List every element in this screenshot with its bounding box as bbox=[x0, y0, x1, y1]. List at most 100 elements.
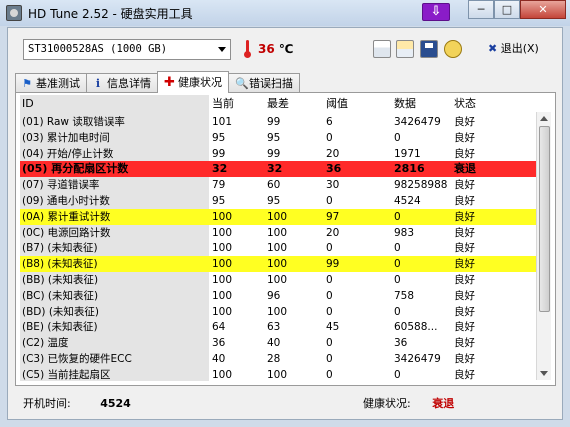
maximize-button[interactable]: □ bbox=[494, 0, 520, 19]
cell-id: (05) 再分配扇区计数 bbox=[22, 162, 129, 176]
cell-data: 36 bbox=[394, 337, 408, 350]
minimize-button[interactable]: ─ bbox=[468, 0, 494, 19]
cell-current: 101 bbox=[212, 116, 233, 128]
cell-id: (01) Raw 读取错误率 bbox=[22, 116, 125, 128]
copy-text-icon[interactable] bbox=[373, 40, 391, 58]
drive-dropdown[interactable]: ST31000528AS (1000 GB) bbox=[23, 39, 231, 60]
health-cross-icon: ✚ bbox=[164, 75, 175, 90]
cell-current: 36 bbox=[212, 337, 226, 350]
table-row[interactable]: (BE) (未知表征) 64 63 45 60588... 良好 bbox=[20, 319, 538, 335]
cell-id: (B7) (未知表征) bbox=[22, 242, 98, 255]
scroll-thumb[interactable] bbox=[539, 126, 550, 312]
cell-id: (C5) 当前挂起扇区 bbox=[22, 368, 111, 381]
cell-data: 60588... bbox=[394, 321, 438, 334]
table-row[interactable]: (03) 累计加电时间 95 95 0 0 良好 bbox=[20, 130, 538, 146]
copy-screenshot-icon[interactable] bbox=[396, 40, 414, 58]
table-scrollbar[interactable] bbox=[536, 112, 551, 380]
info-icon: i bbox=[95, 76, 101, 90]
table-row[interactable]: (01) Raw 读取错误率 101 99 6 3426479 良好 bbox=[20, 114, 538, 130]
cell-data: 3426479 bbox=[394, 116, 441, 128]
table-row[interactable]: (BC) (未知表征) 100 96 0 758 良好 bbox=[20, 288, 538, 304]
cell-current: 100 bbox=[212, 258, 233, 271]
cell-id: (0A) 累计重试计数 bbox=[22, 210, 111, 223]
cell-status: 良好 bbox=[454, 131, 475, 144]
cell-status: 衰退 bbox=[454, 162, 476, 176]
tab-health[interactable]: ✚ 健康状况 bbox=[157, 71, 229, 93]
cell-current: 100 bbox=[212, 289, 233, 302]
cell-threshold: 0 bbox=[326, 131, 333, 144]
table-row[interactable]: (BD) (未知表征) 100 100 0 0 良好 bbox=[20, 304, 538, 320]
table-row[interactable]: (C2) 温度 36 40 0 36 良好 bbox=[20, 335, 538, 351]
temperature-value: 36 bbox=[258, 42, 275, 56]
cell-id: (BC) (未知表征) bbox=[22, 289, 99, 302]
exit-icon: ✖ bbox=[488, 42, 498, 55]
cell-threshold: 0 bbox=[326, 305, 333, 318]
tab-bar: ⚑ 基准测试 i 信息详情 ✚ 健康状况 🔍 错误扫描 bbox=[15, 71, 300, 93]
cell-threshold: 0 bbox=[326, 195, 333, 207]
scroll-up-arrow-icon[interactable] bbox=[540, 116, 548, 121]
table-row[interactable]: (09) 通电小时计数 95 95 0 4524 良好 bbox=[20, 193, 538, 209]
column-header-worst[interactable]: 最差 bbox=[265, 95, 324, 113]
cell-data: 2816 bbox=[394, 162, 425, 176]
cell-id: (BD) (未知表征) bbox=[22, 305, 100, 318]
cell-worst: 95 bbox=[267, 131, 281, 144]
cell-status: 良好 bbox=[454, 305, 475, 318]
close-button[interactable]: ✕ bbox=[520, 0, 566, 19]
magnifier-icon: 🔍 bbox=[235, 76, 249, 90]
power-on-value: 4524 bbox=[100, 397, 131, 410]
cell-worst: 96 bbox=[267, 289, 281, 302]
table-row[interactable]: (07) 寻道错误率 79 60 30 98258988 良好 bbox=[20, 177, 538, 193]
column-header-current[interactable]: 当前 bbox=[210, 95, 265, 113]
options-gear-icon[interactable] bbox=[444, 40, 462, 58]
table-row[interactable]: (04) 开始/停止计数 99 99 20 1971 良好 bbox=[20, 146, 538, 162]
table-row[interactable]: (BB) (未知表征) 100 100 0 0 良好 bbox=[20, 272, 538, 288]
cell-status: 良好 bbox=[454, 195, 475, 207]
column-header-data[interactable]: 数据 bbox=[392, 95, 452, 113]
cell-id: (C2) 温度 bbox=[22, 337, 69, 350]
cell-data: 0 bbox=[394, 258, 401, 271]
cell-id: (03) 累计加电时间 bbox=[22, 131, 110, 144]
table-row[interactable]: (C3) 已恢复的硬件ECC 40 28 0 3426479 良好 bbox=[20, 351, 538, 367]
exit-label: 退出(X) bbox=[500, 42, 539, 55]
cell-threshold: 0 bbox=[326, 289, 333, 302]
cell-data: 0 bbox=[394, 305, 401, 318]
temperature-unit: ℃ bbox=[278, 42, 294, 56]
column-header-status[interactable]: 状态 bbox=[452, 95, 538, 113]
cell-id: (04) 开始/停止计数 bbox=[22, 147, 114, 160]
cell-worst: 99 bbox=[267, 147, 281, 160]
tab-benchmark[interactable]: ⚑ 基准测试 bbox=[15, 73, 87, 92]
table-row[interactable]: (B7) (未知表征) 100 100 0 0 良好 bbox=[20, 240, 538, 256]
cell-worst: 95 bbox=[267, 195, 281, 207]
column-header-id[interactable]: ID bbox=[20, 95, 210, 113]
save-icon[interactable] bbox=[420, 40, 438, 58]
cell-current: 100 bbox=[212, 210, 233, 223]
download-button[interactable]: ⇩ bbox=[422, 3, 450, 21]
cell-worst: 32 bbox=[267, 162, 283, 176]
tab-label: 基准测试 bbox=[36, 76, 80, 90]
cell-threshold: 20 bbox=[326, 226, 340, 239]
cell-current: 32 bbox=[212, 162, 228, 176]
cell-id: (09) 通电小时计数 bbox=[22, 195, 110, 207]
exit-button[interactable]: ✖ 退出(X) bbox=[486, 40, 541, 58]
cell-current: 40 bbox=[212, 353, 226, 365]
tab-info[interactable]: i 信息详情 bbox=[86, 73, 158, 92]
cell-worst: 100 bbox=[267, 226, 288, 239]
cell-threshold: 99 bbox=[326, 258, 340, 271]
cell-id: (C3) 已恢复的硬件ECC bbox=[22, 353, 132, 365]
cell-threshold: 0 bbox=[326, 368, 333, 381]
drive-dropdown-value: ST31000528AS (1000 GB) bbox=[28, 43, 168, 55]
cell-current: 100 bbox=[212, 305, 233, 318]
cell-worst: 60 bbox=[267, 179, 281, 192]
cell-threshold: 45 bbox=[326, 321, 340, 334]
table-row[interactable]: (05) 再分配扇区计数 32 32 36 2816 衰退 bbox=[20, 161, 538, 178]
table-row[interactable]: (B8) (未知表征) 100 100 99 0 良好 bbox=[20, 256, 538, 273]
chevron-down-icon bbox=[218, 47, 226, 52]
tab-error-scan[interactable]: 🔍 错误扫描 bbox=[228, 73, 300, 92]
table-row[interactable]: (0A) 累计重试计数 100 100 97 0 良好 bbox=[20, 208, 538, 225]
cell-threshold: 20 bbox=[326, 147, 340, 160]
column-header-threshold[interactable]: 阈值 bbox=[324, 95, 392, 113]
table-row[interactable]: (0C) 电源回路计数 100 100 20 983 良好 bbox=[20, 225, 538, 241]
cell-status: 良好 bbox=[454, 274, 475, 286]
table-row[interactable]: (C5) 当前挂起扇区 100 100 0 0 良好 bbox=[20, 367, 538, 381]
scroll-down-arrow-icon[interactable] bbox=[540, 371, 548, 376]
